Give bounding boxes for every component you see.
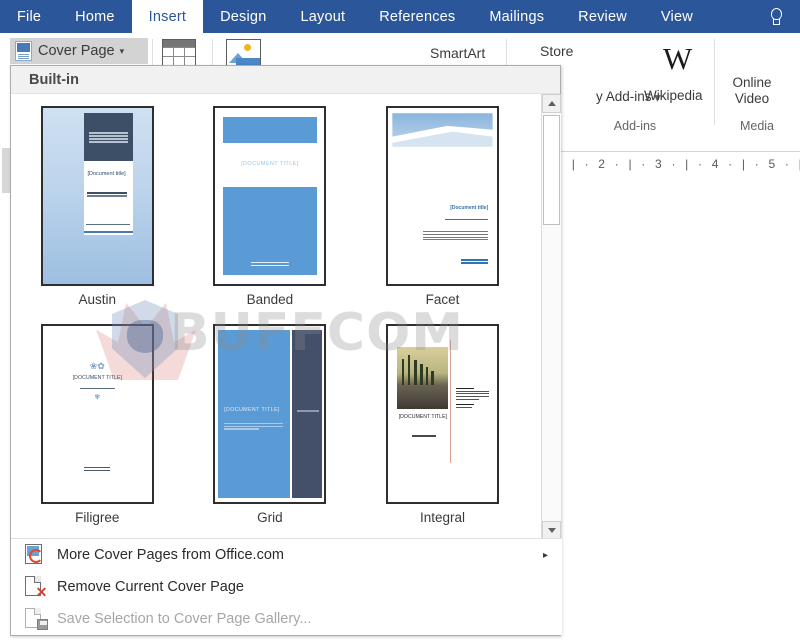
grid-dark-panel — [291, 329, 323, 499]
tab-file[interactable]: File — [0, 0, 58, 33]
gallery-item-label: Integral — [419, 510, 465, 525]
thumbnail-banded[interactable]: [DOCUMENT TITLE] — [213, 106, 327, 286]
chevron-up-icon — [547, 101, 556, 106]
gallery-row: ❀✿ [DOCUMENT TITLE] ✾ Filigree [DOCUMENT… — [11, 324, 529, 542]
banded-top-band — [223, 116, 317, 144]
smartart-label[interactable]: SmartArt — [430, 45, 485, 61]
grid-title-text: [DOCUMENT TITLE] — [224, 406, 280, 413]
store-label[interactable]: Store — [540, 43, 573, 59]
thumbnail-austin[interactable]: [Document title] — [40, 106, 154, 286]
gallery-item-austin[interactable]: [Document title] Austin — [11, 106, 184, 324]
cover-page-icon — [15, 41, 32, 61]
grid-paragraph — [224, 422, 283, 431]
gallery-scrollbar[interactable] — [541, 94, 561, 540]
online-video-line1: Online — [732, 75, 772, 90]
facet-title-text: [Document title] — [450, 204, 489, 211]
scrollbar-thumb[interactable] — [543, 115, 560, 225]
group-separator — [714, 39, 715, 125]
left-gutter — [0, 33, 10, 642]
tab-layout[interactable]: Layout — [283, 0, 362, 33]
thumbnail-grid[interactable]: [DOCUMENT TITLE] — [213, 324, 327, 504]
austin-footer-text — [86, 224, 130, 226]
pictures-icon[interactable] — [226, 39, 261, 66]
gallery-item-banded[interactable]: [DOCUMENT TITLE] Banded — [184, 106, 357, 324]
austin-subtitle — [87, 192, 127, 195]
menu-item-label: Save Selection to Cover Page Gallery... — [57, 611, 312, 627]
horizontal-ruler[interactable]: · | · 2 · | · 3 · | · 4 · | · 5 · | · 6 — [558, 155, 800, 173]
office-globe-icon — [25, 544, 47, 566]
menu-item-label: More Cover Pages from Office.com — [57, 547, 284, 563]
group-label-media: Media — [739, 119, 775, 133]
grid-blue-panel — [217, 329, 290, 499]
menu-item-label: Remove Current Cover Page — [57, 579, 244, 595]
scrollbar-track[interactable] — [542, 113, 561, 521]
gallery-item-facet[interactable]: [Document title] Facet — [356, 106, 529, 324]
filigree-ornament-bottom-icon: ✾ — [94, 393, 101, 401]
chevron-down-icon — [547, 528, 556, 533]
tab-home[interactable]: Home — [58, 0, 131, 33]
chevron-down-icon: ▾ — [119, 45, 125, 56]
cover-page-gallery-dropdown: Built-in [Document title] Austin [DOCUME… — [10, 65, 562, 636]
integral-side-text — [455, 387, 490, 410]
gallery-section-header: Built-in — [11, 66, 560, 94]
menu-item-remove-cover-page[interactable]: ✕ Remove Current Cover Page — [11, 571, 562, 603]
tab-insert[interactable]: Insert — [131, 0, 204, 33]
lightbulb-icon — [769, 8, 782, 25]
word-window: File Home Insert Design Layout Reference… — [0, 0, 800, 642]
tab-references[interactable]: References — [362, 0, 472, 33]
gallery-menu: More Cover Pages from Office.com ▸ ✕ Rem… — [11, 538, 562, 635]
table-icon[interactable] — [162, 39, 196, 66]
gallery-item-label: Banded — [246, 292, 294, 307]
filigree-subtitle — [79, 387, 115, 390]
facet-paragraph — [422, 231, 489, 242]
integral-title-text: [DOCUMENT TITLE] — [398, 414, 447, 420]
austin-title-text: [Document title] — [87, 171, 126, 178]
gallery-item-label: Filigree — [75, 510, 120, 525]
facet-subtitle — [444, 218, 489, 221]
tab-view[interactable]: View — [644, 0, 710, 33]
save-selection-icon — [25, 608, 48, 630]
wikipedia-icon[interactable]: W — [663, 43, 692, 74]
tell-me-button[interactable] — [759, 0, 800, 33]
gallery-item-label: Austin — [78, 292, 117, 307]
menu-item-more-cover-pages[interactable]: More Cover Pages from Office.com ▸ — [11, 539, 562, 571]
gallery-item-label: Facet — [425, 292, 460, 307]
austin-rule — [84, 231, 134, 233]
menu-item-save-selection: Save Selection to Cover Page Gallery... — [11, 603, 562, 635]
integral-subtitle — [411, 435, 436, 437]
cover-page-button[interactable]: Cover Page ▾ — [9, 38, 148, 64]
tab-design[interactable]: Design — [203, 0, 283, 33]
cover-page-label: Cover Page — [38, 43, 115, 59]
online-video-line2: Video — [734, 90, 770, 106]
ribbon-tab-bar: File Home Insert Design Layout Reference… — [0, 0, 800, 33]
facet-footer — [461, 259, 489, 265]
scroll-thumb[interactable] — [2, 148, 10, 193]
filigree-ornament-top-icon: ❀✿ — [89, 361, 105, 372]
integral-divider — [450, 340, 452, 464]
remove-page-icon: ✕ — [25, 576, 47, 599]
gallery-item-grid[interactable]: [DOCUMENT TITLE] Grid — [184, 324, 357, 542]
gallery-row: [Document title] Austin [DOCUMENT TITLE]… — [11, 106, 529, 324]
scroll-up-button[interactable] — [542, 94, 561, 113]
filigree-footer — [84, 466, 111, 473]
document-canvas[interactable] — [558, 173, 800, 642]
grid-side-line — [297, 410, 319, 412]
integral-photo — [396, 347, 448, 409]
austin-header-block — [84, 113, 134, 161]
gallery-item-label: Grid — [257, 510, 283, 525]
wikipedia-label[interactable]: Wikipedia — [644, 88, 703, 103]
submenu-arrow-icon: ▸ — [542, 549, 548, 561]
tab-review[interactable]: Review — [561, 0, 644, 33]
online-video-label[interactable]: Online Video — [722, 75, 782, 106]
thumbnail-integral[interactable]: [DOCUMENT TITLE] — [385, 324, 499, 504]
gallery-item-integral[interactable]: [DOCUMENT TITLE] Integral — [356, 324, 529, 542]
group-label-addins: Add-ins — [613, 119, 657, 133]
thumbnail-facet[interactable]: [Document title] — [385, 106, 499, 286]
tab-mailings[interactable]: Mailings — [472, 0, 561, 33]
gallery-grid: [Document title] Austin [DOCUMENT TITLE]… — [11, 94, 529, 540]
banded-bottom-block — [223, 187, 317, 276]
banded-title-text: [DOCUMENT TITLE] — [241, 160, 299, 167]
